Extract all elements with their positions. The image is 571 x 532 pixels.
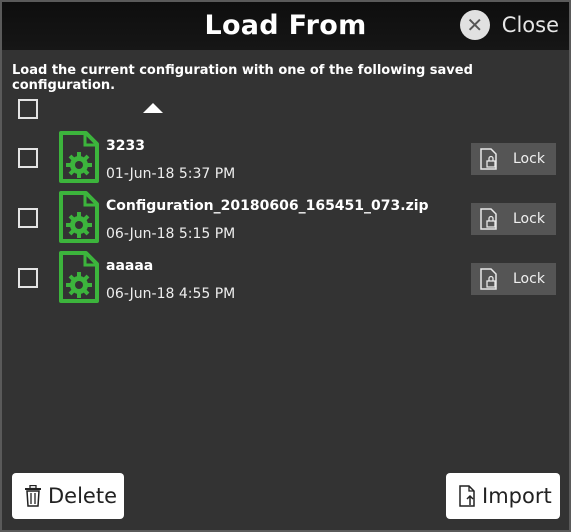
lock-button[interactable]: Lock bbox=[471, 203, 556, 235]
trash-icon bbox=[25, 485, 41, 507]
row-checkbox[interactable] bbox=[18, 268, 38, 288]
close-label[interactable]: Close bbox=[502, 13, 559, 37]
row-checkbox[interactable] bbox=[18, 148, 38, 168]
delete-button[interactable]: Delete bbox=[12, 473, 124, 519]
dialog-instructions: Load the current configuration with one … bbox=[12, 63, 473, 93]
file-gear-icon bbox=[59, 191, 99, 243]
sort-ascending-icon[interactable] bbox=[143, 103, 163, 113]
file-name: aaaaa bbox=[106, 258, 154, 274]
import-button[interactable]: Import bbox=[446, 473, 560, 519]
file-gear-icon bbox=[59, 251, 99, 303]
lock-button[interactable]: Lock bbox=[471, 143, 556, 175]
file-gear-icon bbox=[59, 131, 99, 183]
lock-button[interactable]: Lock bbox=[471, 263, 556, 295]
import-label[interactable]: Import bbox=[482, 484, 552, 508]
file-name: 3233 bbox=[106, 138, 145, 154]
select-all-checkbox[interactable] bbox=[18, 99, 38, 119]
load-from-dialog: Load From ✕ Close Load the current confi… bbox=[0, 0, 571, 532]
file-date: 06-Jun-18 4:55 PM bbox=[106, 286, 236, 302]
lock-label[interactable]: Lock bbox=[513, 211, 545, 227]
import-file-icon bbox=[459, 485, 475, 507]
file-date: 01-Jun-18 5:37 PM bbox=[106, 166, 236, 182]
lock-label[interactable]: Lock bbox=[513, 271, 545, 287]
row-checkbox[interactable] bbox=[18, 208, 38, 228]
lock-file-icon bbox=[480, 148, 497, 170]
file-name: Configuration_20180606_165451_073.zip bbox=[106, 198, 429, 214]
lock-file-icon bbox=[480, 208, 497, 230]
lock-label[interactable]: Lock bbox=[513, 151, 545, 167]
lock-file-icon bbox=[480, 268, 497, 290]
file-date: 06-Jun-18 5:15 PM bbox=[106, 226, 236, 242]
close-icon[interactable]: ✕ bbox=[459, 10, 490, 40]
delete-label[interactable]: Delete bbox=[48, 484, 117, 508]
title-bar: Load From ✕ Close bbox=[2, 2, 569, 50]
close-button[interactable]: ✕ Close bbox=[459, 10, 559, 40]
